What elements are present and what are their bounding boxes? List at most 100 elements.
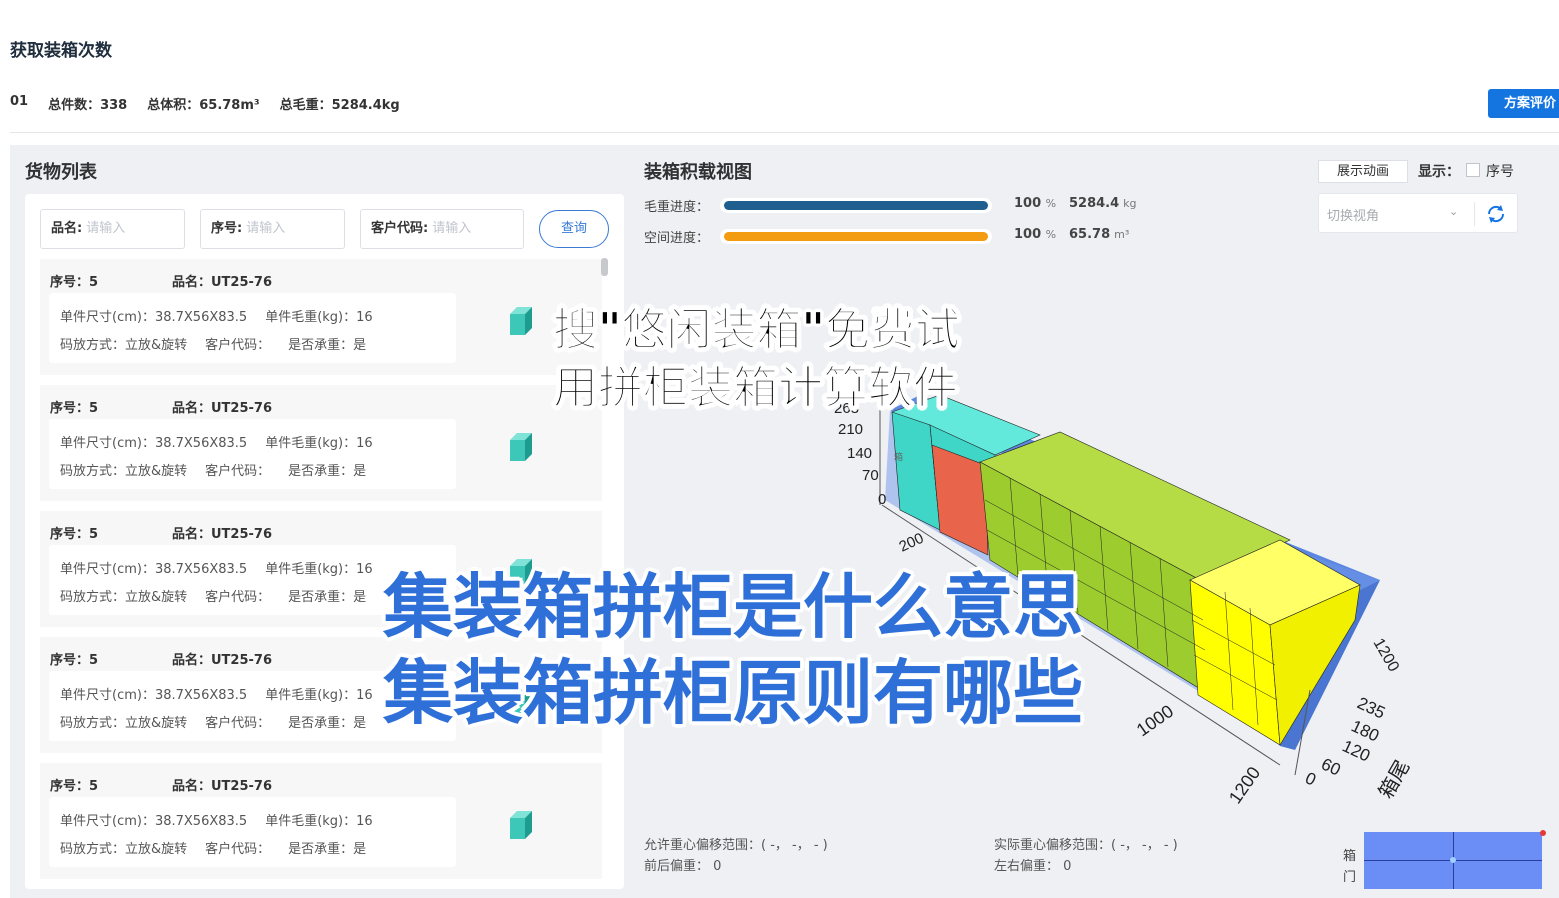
view-angle-placeholder: 切换视角 (1327, 209, 1380, 224)
page-title: 获取装箱次数 (10, 41, 112, 61)
space-unit: m³ (1114, 228, 1130, 241)
item-seq: 序号：5 (50, 401, 99, 416)
refresh-icon[interactable] (1484, 202, 1508, 226)
item-seq: 序号：5 (50, 527, 99, 542)
weight-progress-percent: 100 % (1014, 196, 1056, 211)
plan-index: 01 (10, 94, 29, 109)
door-label-2: 门 (1343, 870, 1357, 885)
total-count: 总件数：338 (48, 98, 128, 113)
customer-filter-input[interactable]: 客户代码: 请输入 (360, 209, 524, 249)
item-seq: 序号：5 (50, 779, 99, 794)
item-line1: 单件尺寸(cm)：38.7X56X83.5 单件毛重(kg)：16 (60, 306, 373, 325)
item-line1: 单件尺寸(cm)：38.7X56X83.5 单件毛重(kg)：16 (60, 432, 373, 451)
item-line2: 码放方式：立放&旋转 客户代码： 是否承重：是 (60, 712, 366, 731)
item-seq: 序号：5 (50, 275, 99, 290)
cube-icon (510, 811, 532, 839)
space-value: 65.78 (1069, 227, 1111, 242)
cargo-list-title: 货物列表 (25, 162, 97, 183)
weight-progress-track (720, 198, 992, 213)
item-line2: 码放方式：立放&旋转 客户代码： 是否承重：是 (60, 838, 366, 857)
list-item[interactable]: 序号：5 品名：UT25-76 单件尺寸(cm)：38.7X56X83.5 单件毛重… (40, 763, 602, 879)
item-bearing: 是否承重：是 (288, 842, 367, 857)
seq-filter-label: 序号: (211, 221, 243, 236)
item-weight: 单件毛重(kg)：16 (265, 310, 373, 325)
item-customer: 客户代码： (205, 338, 271, 353)
headline-text-line2: 集装箱拼柜原则有哪些 (383, 652, 1083, 734)
item-weight: 单件毛重(kg)：16 (265, 814, 373, 829)
item-weight: 单件毛重(kg)：16 (265, 562, 373, 577)
actual-cog-range: 实际重心偏移范围：( -， -， - ) (994, 838, 1178, 853)
weight-progress-fill (724, 201, 988, 210)
right-tick-label: 1200 (1370, 636, 1403, 675)
space-percent-value: 100 (1014, 227, 1042, 242)
space-progress-fill (724, 232, 988, 241)
item-size: 单件尺寸(cm)：38.7X56X83.5 (60, 310, 248, 325)
customer-filter-placeholder: 请输入 (432, 221, 472, 236)
item-line2: 码放方式：立放&旋转 客户代码： 是否承重：是 (60, 334, 366, 353)
show-animation-button[interactable]: 展示动画 (1318, 160, 1408, 183)
cube-icon (510, 433, 532, 461)
weight-percent-value: 100 (1014, 196, 1042, 211)
item-size: 单件尺寸(cm)：38.7X56X83.5 (60, 562, 248, 577)
seq-filter-input[interactable]: 序号: 请输入 (200, 209, 345, 249)
list-scrollbar[interactable] (601, 258, 608, 276)
seq-checkbox[interactable] (1466, 163, 1480, 177)
item-head: 序号：5 品名：UT25-76 (50, 271, 272, 290)
space-progress-value: 65.78 m³ (1069, 227, 1129, 242)
front-back-offset: 前后偏重： 0 (644, 859, 722, 874)
item-bearing: 是否承重：是 (288, 590, 367, 605)
view-angle-select[interactable]: 切换视角 ⌄ (1318, 193, 1518, 233)
width-tick-label: 0 (1302, 768, 1319, 789)
cube-icon (510, 307, 532, 335)
height-tick-label: 140 (847, 445, 872, 462)
weight-unit: kg (1123, 197, 1137, 210)
item-customer: 客户代码： (205, 464, 271, 479)
seq-filter-placeholder: 请输入 (246, 221, 286, 236)
space-progress-label: 空间进度： (644, 231, 710, 246)
promo-text-line1: 搜"悠闲装箱"免费试 (553, 303, 961, 357)
item-stack: 码放方式：立放&旋转 (60, 842, 188, 857)
item-weight: 单件毛重(kg)：16 (265, 688, 373, 703)
item-customer: 客户代码： (205, 716, 271, 731)
item-stack: 码放方式：立放&旋转 (60, 590, 188, 605)
item-detail: 单件尺寸(cm)：38.7X56X83.5 单件毛重(kg)：16 码放方式：立放… (49, 293, 456, 363)
height-tick-label: 0 (878, 491, 886, 508)
divider (10, 132, 1559, 133)
seq-checkbox-label[interactable]: 序号 (1486, 161, 1514, 181)
name-filter-label: 品名: (51, 221, 83, 236)
item-bearing: 是否承重：是 (288, 716, 367, 731)
total-weight: 总毛重：5284.4kg (279, 98, 400, 113)
tail-axis-label: 箱尾 (1374, 756, 1414, 802)
item-head: 序号：5 品名：UT25-76 (50, 523, 272, 542)
item-line1: 单件尺寸(cm)：38.7X56X83.5 单件毛重(kg)：16 (60, 810, 373, 829)
item-bearing: 是否承重：是 (288, 338, 367, 353)
item-line2: 码放方式：立放&旋转 客户代码： 是否承重：是 (60, 586, 366, 605)
chevron-down-icon: ⌄ (1449, 205, 1459, 218)
list-item[interactable]: 序号：5 品名：UT25-76 单件尺寸(cm)：38.7X56X83.5 单件毛重… (40, 259, 602, 375)
height-tick-label: 70 (862, 467, 879, 484)
weight-progress-value: 5284.4 kg (1069, 196, 1137, 211)
item-detail: 单件尺寸(cm)：38.7X56X83.5 单件毛重(kg)：16 码放方式：立放… (49, 797, 456, 867)
door-label-1: 箱 (1343, 849, 1357, 864)
item-line1: 单件尺寸(cm)：38.7X56X83.5 单件毛重(kg)：16 (60, 684, 373, 703)
evaluate-plan-button[interactable]: 方案评价 (1488, 89, 1559, 118)
allowed-cog-range: 允许重心偏移范围：( -， -， - ) (644, 838, 828, 853)
length-tick-label: 1000 (1133, 701, 1177, 740)
item-stack: 码放方式：立放&旋转 (60, 716, 188, 731)
total-volume: 总体积：65.78m³ (147, 98, 260, 113)
item-line2: 码放方式：立放&旋转 客户代码： 是否承重：是 (60, 460, 366, 479)
item-size: 单件尺寸(cm)：38.7X56X83.5 (60, 688, 248, 703)
item-detail: 单件尺寸(cm)：38.7X56X83.5 单件毛重(kg)：16 码放方式：立放… (49, 419, 456, 489)
query-button[interactable]: 查询 (539, 210, 609, 248)
name-filter-input[interactable]: 品名: 请输入 (40, 209, 185, 249)
item-head: 序号：5 品名：UT25-76 (50, 649, 272, 668)
select-divider (1474, 202, 1475, 226)
left-right-offset: 左右偏重： 0 (994, 859, 1072, 874)
item-size: 单件尺寸(cm)：38.7X56X83.5 (60, 814, 248, 829)
list-item[interactable]: 序号：5 品名：UT25-76 单件尺寸(cm)：38.7X56X83.5 单件毛重… (40, 385, 602, 501)
item-seq: 序号：5 (50, 653, 99, 668)
cog-marker (1450, 857, 1456, 863)
display-label: 显示： (1418, 164, 1460, 180)
red-dot-marker (1540, 830, 1546, 836)
item-name: 品名：UT25-76 (172, 401, 273, 416)
